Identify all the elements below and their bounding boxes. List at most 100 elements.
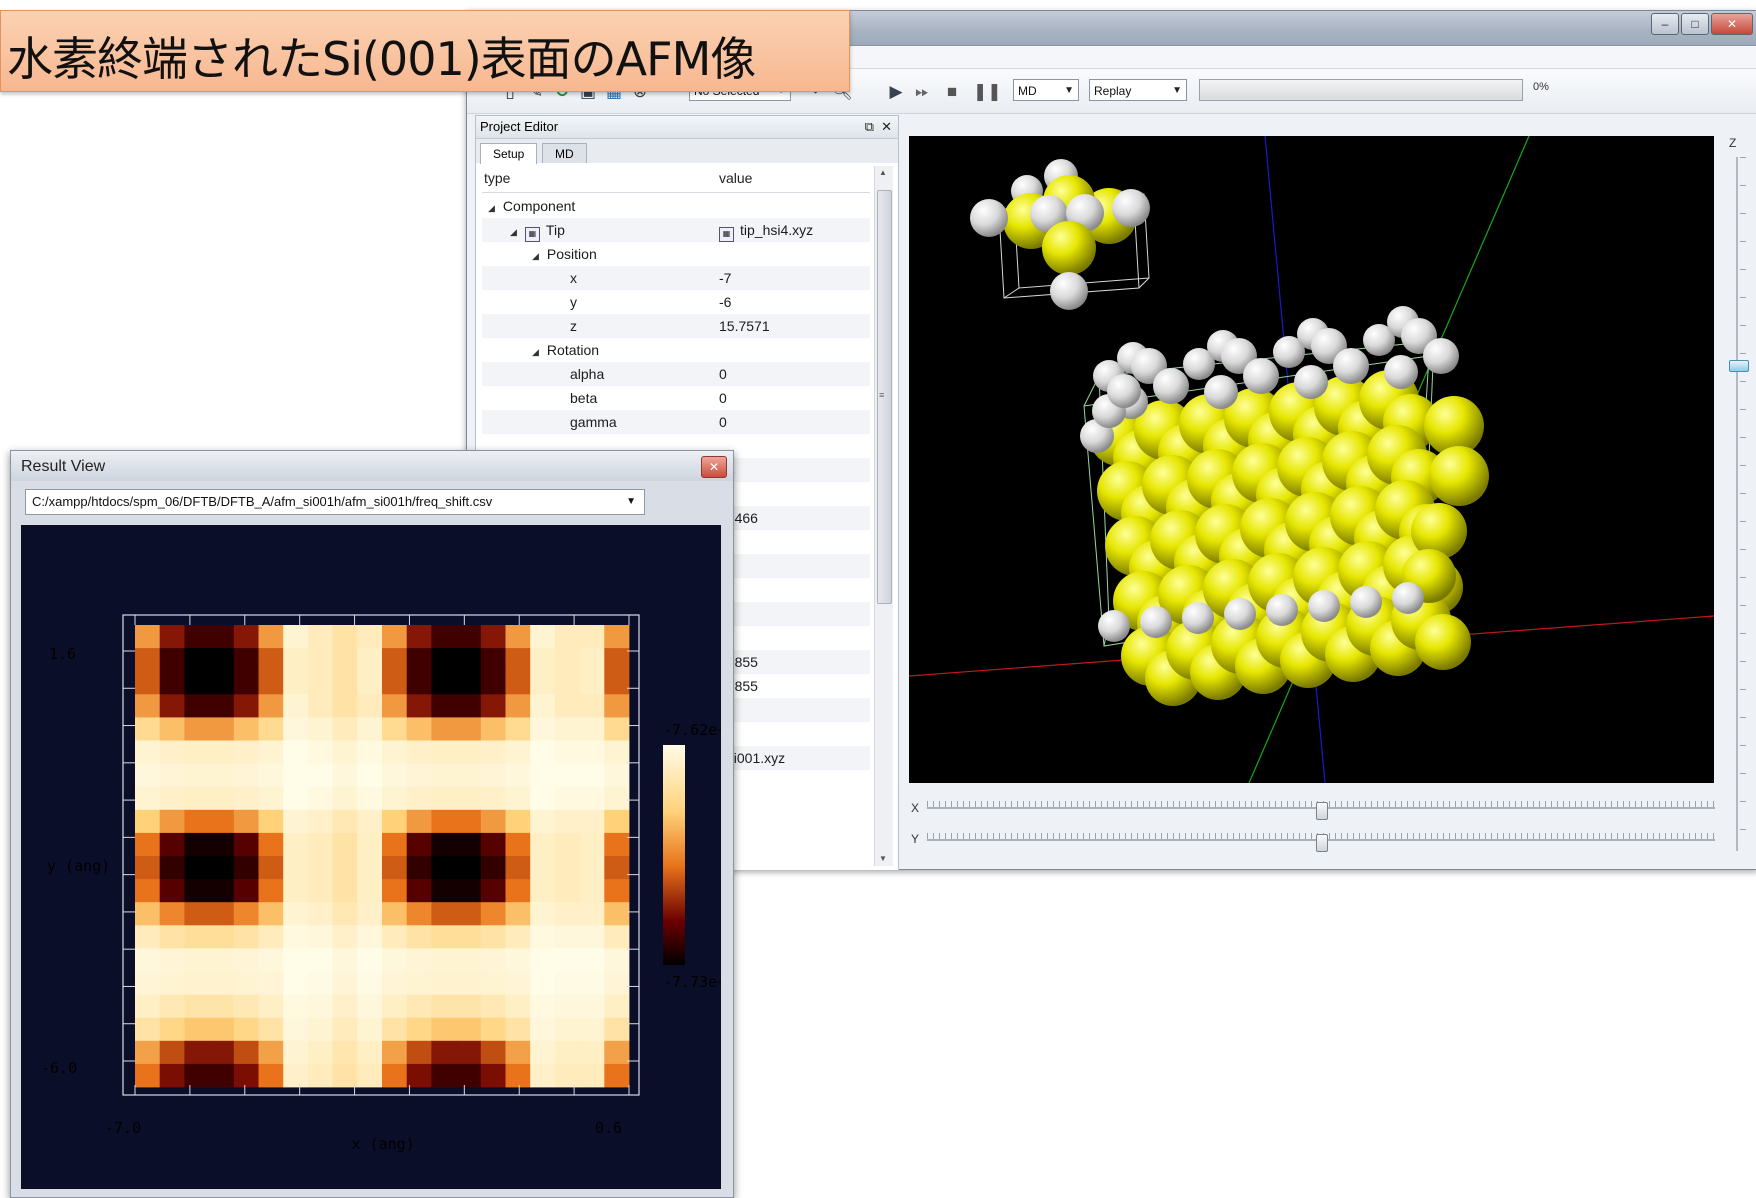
heatmap-cell xyxy=(307,902,333,926)
project-editor-scrollbar[interactable]: ▲ ≡ ▼ xyxy=(874,166,893,866)
heatmap-cell xyxy=(209,971,235,995)
scroll-down-icon[interactable]: ▼ xyxy=(879,854,887,863)
property-row[interactable]: x -7 xyxy=(482,266,870,290)
property-value[interactable]: -6 xyxy=(719,290,731,314)
close-button[interactable]: ✕ xyxy=(1711,13,1753,35)
heatmap-cell xyxy=(579,717,605,741)
heatmap-cell xyxy=(382,994,408,1019)
property-value[interactable]: 0 xyxy=(719,386,727,410)
tree-toggle-icon[interactable]: ◢ xyxy=(488,203,495,213)
heatmap-cell xyxy=(184,740,210,764)
property-row[interactable]: gamma 0 xyxy=(482,410,870,434)
property-value-text: 15.7571 xyxy=(719,318,770,334)
property-row[interactable]: ◢ Component xyxy=(482,194,870,218)
heatmap-cell xyxy=(382,832,408,857)
heatmap-cell xyxy=(233,648,259,672)
heatmap-cell xyxy=(505,671,531,695)
heatmap-cell xyxy=(530,948,556,972)
column-header-value[interactable]: value xyxy=(719,170,752,186)
tree-toggle-icon[interactable]: ◢ xyxy=(532,251,539,261)
result-view-titlebar[interactable]: Result View ✕ xyxy=(11,451,733,481)
heatmap-cell xyxy=(579,832,605,857)
project-editor-tabs: Setup MD xyxy=(476,139,898,164)
stop-icon[interactable]: ■ xyxy=(941,81,963,103)
scroll-up-icon[interactable]: ▲ xyxy=(879,168,887,177)
property-row[interactable]: y -6 xyxy=(482,290,870,314)
property-row[interactable]: z 15.7571 xyxy=(482,314,870,338)
play-icon[interactable]: ▶ xyxy=(885,81,907,103)
heatmap-cell xyxy=(135,925,161,949)
property-value[interactable]: ▦ tip_hsi4.xyz xyxy=(719,218,813,242)
minimize-button[interactable]: – xyxy=(1651,13,1679,35)
heatmap-cell xyxy=(159,694,185,718)
file-path-combo[interactable]: C:/xampp/htdocs/spm_06/DFTB/DFTB_A/afm_s… xyxy=(25,489,645,515)
tree-toggle-icon[interactable]: ◢ xyxy=(510,227,517,237)
banner-title: 水素終端されたSi(001)表面のAFM像 xyxy=(7,32,756,86)
heatmap-cell xyxy=(431,717,457,741)
property-value[interactable]: 15.7571 xyxy=(719,314,770,338)
property-row[interactable]: ◢ ▦ Tip ▦ tip_hsi4.xyz xyxy=(482,218,870,242)
property-value[interactable]: 0 xyxy=(719,362,727,386)
heatmap-cell xyxy=(332,809,358,834)
replay-combo[interactable]: Replay ▼ xyxy=(1089,79,1187,101)
fast-forward-icon[interactable]: ⏩︎ xyxy=(911,81,933,103)
heatmap-cell xyxy=(382,879,408,903)
heatmap-cell xyxy=(431,925,457,949)
column-header-type[interactable]: type xyxy=(484,170,510,186)
tree-toggle-icon[interactable]: ◢ xyxy=(532,347,539,357)
heatmap-cell xyxy=(530,625,556,649)
close-icon[interactable]: ✕ xyxy=(881,119,892,134)
z-slider[interactable] xyxy=(1727,157,1749,851)
heatmap-cell xyxy=(505,1040,531,1065)
property-row[interactable]: ◢ Position xyxy=(482,242,870,266)
property-value[interactable]: -7 xyxy=(719,266,731,290)
heatmap-cell xyxy=(604,786,630,811)
heatmap-cell xyxy=(579,625,605,649)
y-slider[interactable] xyxy=(927,833,1715,852)
heatmap-cell xyxy=(530,809,556,834)
heatmap-cell xyxy=(505,763,531,788)
heatmap-cell xyxy=(456,625,482,649)
x-slider-knob[interactable] xyxy=(1316,802,1328,820)
chevron-down-icon: ▼ xyxy=(626,496,636,507)
close-icon[interactable]: ✕ xyxy=(701,456,727,478)
hydrogen-atom xyxy=(1423,338,1459,374)
heatmap-cell xyxy=(159,902,185,926)
heatmap-cell xyxy=(604,648,630,672)
property-row[interactable]: beta 0 xyxy=(482,386,870,410)
heatmap-cell xyxy=(480,717,506,741)
x-tick-label-left: -7.0 xyxy=(105,1119,141,1137)
heatmap-cell xyxy=(604,856,630,880)
mode-combo[interactable]: MD ▼ xyxy=(1013,79,1079,101)
heatmap-cell xyxy=(332,671,358,695)
float-icon[interactable]: ⧉ xyxy=(865,119,874,134)
heatmap-cell xyxy=(258,902,284,926)
heatmap-cell xyxy=(332,1017,358,1042)
heatmap-cell xyxy=(209,648,235,672)
heatmap-cell xyxy=(332,1063,358,1088)
heatmap-cell xyxy=(382,763,408,788)
heatmap-cell xyxy=(505,925,531,949)
window-controls: – □ ✕ xyxy=(1651,13,1753,35)
heatmap-cell xyxy=(480,809,506,834)
property-value[interactable]: 0 xyxy=(719,410,727,434)
heatmap-cell xyxy=(135,994,161,1019)
x-slider[interactable] xyxy=(927,801,1715,820)
3d-viewport[interactable] xyxy=(909,136,1714,783)
tab-md[interactable]: MD xyxy=(542,143,587,163)
heatmap-cell xyxy=(406,971,432,995)
heatmap-cell xyxy=(159,625,185,649)
z-slider-knob[interactable] xyxy=(1729,360,1749,373)
tab-setup[interactable]: Setup xyxy=(480,143,538,164)
atoms-group xyxy=(970,159,1489,706)
heatmap-cell xyxy=(530,1040,556,1065)
y-axis-label: y (ang) xyxy=(47,857,110,875)
property-row[interactable]: alpha 0 xyxy=(482,362,870,386)
property-row[interactable]: ◢ Rotation xyxy=(482,338,870,362)
y-slider-knob[interactable] xyxy=(1316,834,1328,852)
heatmap-cell xyxy=(233,763,259,788)
heatmap-cell xyxy=(332,832,358,857)
maximize-button[interactable]: □ xyxy=(1681,13,1709,35)
property-label: Position xyxy=(546,246,597,262)
pause-icon[interactable]: ❚❚ xyxy=(973,81,1002,103)
